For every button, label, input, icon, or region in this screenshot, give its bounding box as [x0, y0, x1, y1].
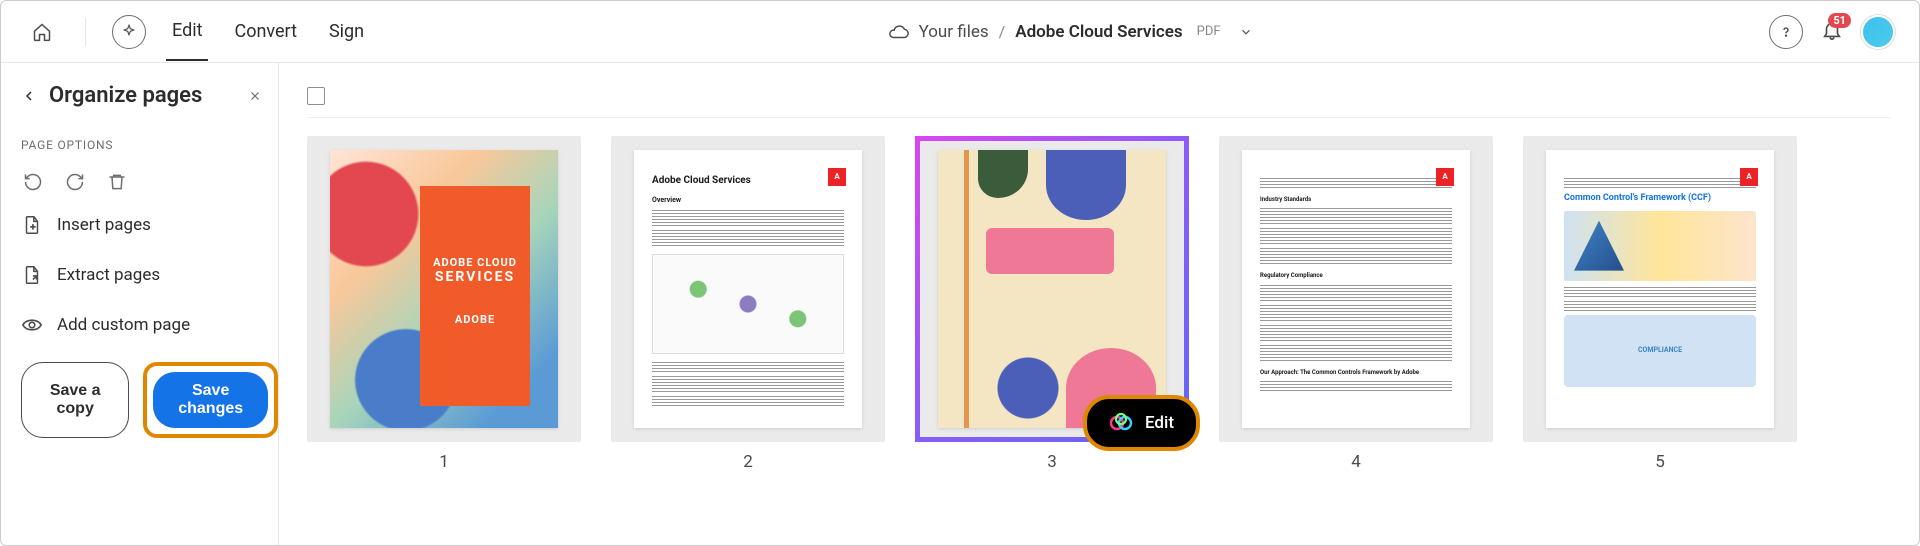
close-icon[interactable]	[248, 89, 262, 103]
rotate-left-icon[interactable]	[21, 170, 45, 194]
cloud-icon	[887, 21, 909, 43]
main-area: ADOBE CLOUD SERVICES ADOBE 1 A Adobe Clo	[279, 63, 1919, 545]
creative-cloud-icon	[1109, 411, 1133, 435]
tab-sign[interactable]: Sign	[323, 3, 370, 60]
page-number: 3	[1047, 452, 1057, 472]
rotate-right-icon[interactable]	[63, 170, 87, 194]
help-icon[interactable]	[1769, 15, 1803, 49]
extract-pages-button[interactable]: Extract pages	[21, 250, 278, 300]
breadcrumb: Your files / Adobe Cloud Services PDF	[370, 21, 1769, 43]
top-toolbar: Edit Convert Sign Your files / Adobe Clo…	[1, 1, 1919, 63]
save-a-copy-button[interactable]: Save a copy	[21, 362, 129, 438]
page-number: 5	[1655, 452, 1665, 472]
page-thumb-1[interactable]: ADOBE CLOUD SERVICES ADOBE 1	[307, 136, 581, 472]
sidebar: Organize pages PAGE OPTIONS Inser	[1, 63, 279, 545]
breadcrumb-file: Adobe Cloud Services	[1015, 22, 1182, 42]
select-all-checkbox[interactable]	[307, 87, 325, 105]
page-number: 1	[439, 452, 449, 472]
ai-assistant-icon[interactable]	[112, 15, 146, 49]
sidebar-title: Organize pages	[49, 83, 236, 108]
page-number: 4	[1351, 452, 1361, 472]
edit-overlay-label: Edit	[1145, 413, 1174, 433]
extract-pages-label: Extract pages	[57, 265, 160, 285]
breadcrumb-root[interactable]: Your files	[919, 22, 989, 42]
tab-convert[interactable]: Convert	[228, 3, 303, 60]
home-icon[interactable]	[25, 15, 59, 49]
chevron-down-icon[interactable]	[1239, 25, 1253, 39]
delete-icon[interactable]	[105, 170, 129, 194]
avatar[interactable]	[1861, 15, 1895, 49]
add-custom-page-button[interactable]: Add custom page	[21, 300, 278, 350]
breadcrumb-type: PDF	[1197, 24, 1221, 39]
notifications-icon[interactable]: 51	[1821, 19, 1843, 45]
page-thumb-3[interactable]: Edit 3	[915, 136, 1189, 472]
breadcrumb-sep: /	[999, 22, 1006, 41]
page-thumb-5[interactable]: A Common Control's Framework (CCF) COMPL…	[1523, 136, 1797, 472]
section-label: PAGE OPTIONS	[21, 138, 278, 152]
page-thumb-4[interactable]: A Industry Standards Regulatory Complian…	[1219, 136, 1493, 472]
highlight-save-changes: Save changes	[143, 362, 278, 438]
save-changes-button[interactable]: Save changes	[153, 372, 268, 428]
notification-badge: 51	[1828, 13, 1851, 28]
back-icon[interactable]	[21, 88, 37, 104]
insert-pages-label: Insert pages	[57, 215, 151, 235]
divider	[85, 18, 86, 46]
edit-overlay-button[interactable]: Edit	[1083, 395, 1200, 451]
page-number: 2	[743, 452, 753, 472]
tab-edit[interactable]: Edit	[166, 2, 208, 61]
page-thumb-2[interactable]: A Adobe Cloud Services Overview 2	[611, 136, 885, 472]
add-custom-page-label: Add custom page	[57, 315, 190, 335]
insert-pages-button[interactable]: Insert pages	[21, 200, 278, 250]
page-thumbnails: ADOBE CLOUD SERVICES ADOBE 1 A Adobe Clo	[307, 136, 1891, 472]
